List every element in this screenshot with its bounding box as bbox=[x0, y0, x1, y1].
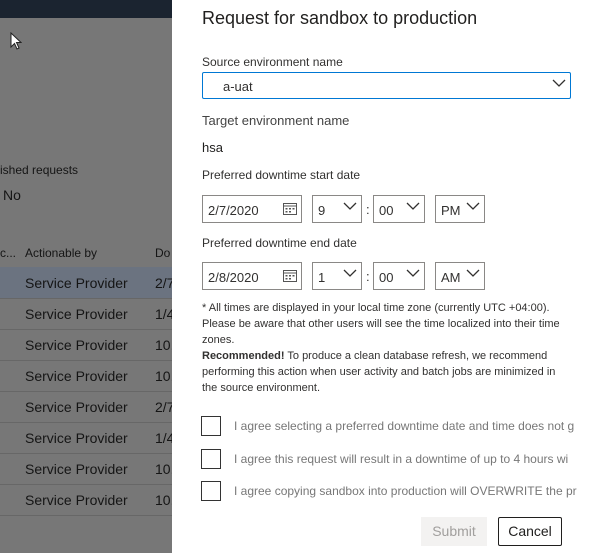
chevron-down-icon bbox=[406, 269, 420, 277]
table-row: Service Provider 2/7 bbox=[0, 391, 172, 423]
submit-button[interactable]: Submit bbox=[421, 517, 487, 546]
end-minute-value: 00 bbox=[379, 270, 394, 285]
end-ampm-select[interactable]: AM bbox=[435, 262, 485, 290]
filter-label: ished requests bbox=[0, 163, 79, 177]
table-row: Service Provider10, bbox=[0, 453, 172, 485]
end-minute-select[interactable]: 00 bbox=[373, 262, 425, 290]
table-row: Service Provider 2/7 bbox=[0, 267, 172, 299]
timezone-note-text: * All times are displayed in your local … bbox=[202, 302, 560, 346]
end-date-value: 2/8/2020 bbox=[208, 270, 259, 285]
start-ampm-select[interactable]: PM bbox=[435, 195, 485, 223]
column-header-truncated: c... bbox=[0, 246, 17, 260]
end-date-label: Preferred downtime end date bbox=[202, 236, 357, 250]
column-header-downtime: Do bbox=[155, 246, 171, 260]
agree-downtime-date-checkbox[interactable] bbox=[201, 416, 221, 436]
agree-overwrite-checkbox[interactable] bbox=[201, 481, 221, 501]
agree-downtime-hours-label: I agree this request will result in a do… bbox=[234, 452, 569, 466]
background-top-bar bbox=[0, 0, 172, 18]
start-date-label: Preferred downtime start date bbox=[202, 168, 361, 182]
chevron-down-icon bbox=[552, 79, 566, 87]
chevron-down-icon bbox=[466, 269, 480, 277]
filter-value: No bbox=[3, 187, 21, 203]
table-row: Service Provider 1/4 bbox=[0, 298, 172, 330]
end-date-picker[interactable]: 2/8/2020 bbox=[202, 262, 302, 290]
target-environment-label: Target environment name bbox=[202, 113, 350, 128]
agree-downtime-hours-checkbox[interactable] bbox=[201, 449, 221, 469]
start-minute-value: 00 bbox=[379, 203, 394, 218]
column-header-actionable-by: Actionable by bbox=[25, 246, 98, 260]
chevron-down-icon bbox=[343, 202, 357, 210]
target-environment-value: hsa bbox=[202, 140, 223, 155]
start-hour-value: 9 bbox=[318, 203, 326, 218]
calendar-icon bbox=[283, 203, 297, 215]
end-hour-value: 1 bbox=[318, 270, 326, 285]
calendar-icon bbox=[283, 270, 297, 282]
timezone-note: * All times are displayed in your local … bbox=[202, 300, 567, 396]
start-date-picker[interactable]: 2/7/2020 bbox=[202, 195, 302, 223]
source-environment-value: a-uat bbox=[223, 79, 253, 94]
time-separator: : bbox=[366, 269, 370, 284]
agree-overwrite-label: I agree copying sandbox into production … bbox=[234, 484, 577, 498]
table-row: Service Provider10, bbox=[0, 484, 172, 516]
chevron-down-icon bbox=[343, 269, 357, 277]
panel-title: Request for sandbox to production bbox=[202, 8, 478, 28]
chevron-down-icon bbox=[406, 202, 420, 210]
cancel-button[interactable]: Cancel bbox=[498, 517, 562, 546]
end-hour-select[interactable]: 1 bbox=[312, 262, 362, 290]
source-environment-label: Source environment name bbox=[202, 55, 343, 69]
background-page: ished requests No c... Actionable by Do … bbox=[0, 0, 172, 553]
time-separator: : bbox=[366, 202, 370, 217]
agree-downtime-date-label: I agree selecting a preferred downtime d… bbox=[234, 419, 575, 433]
table-row: Service Provider10, bbox=[0, 329, 172, 361]
table-row: Service Provider 1/4 bbox=[0, 422, 172, 454]
chevron-down-icon bbox=[466, 202, 480, 210]
start-minute-select[interactable]: 00 bbox=[373, 195, 425, 223]
start-hour-select[interactable]: 9 bbox=[312, 195, 362, 223]
table-row: Service Provider10, bbox=[0, 360, 172, 392]
recommended-label: Recommended! bbox=[202, 350, 285, 362]
end-ampm-value: AM bbox=[441, 270, 461, 285]
mouse-pointer-icon bbox=[10, 31, 23, 55]
source-environment-dropdown[interactable]: a-uat bbox=[202, 72, 571, 99]
start-date-value: 2/7/2020 bbox=[208, 203, 259, 218]
start-ampm-value: PM bbox=[441, 203, 461, 218]
sandbox-request-panel: Request for sandbox to production Source… bbox=[172, 0, 600, 553]
